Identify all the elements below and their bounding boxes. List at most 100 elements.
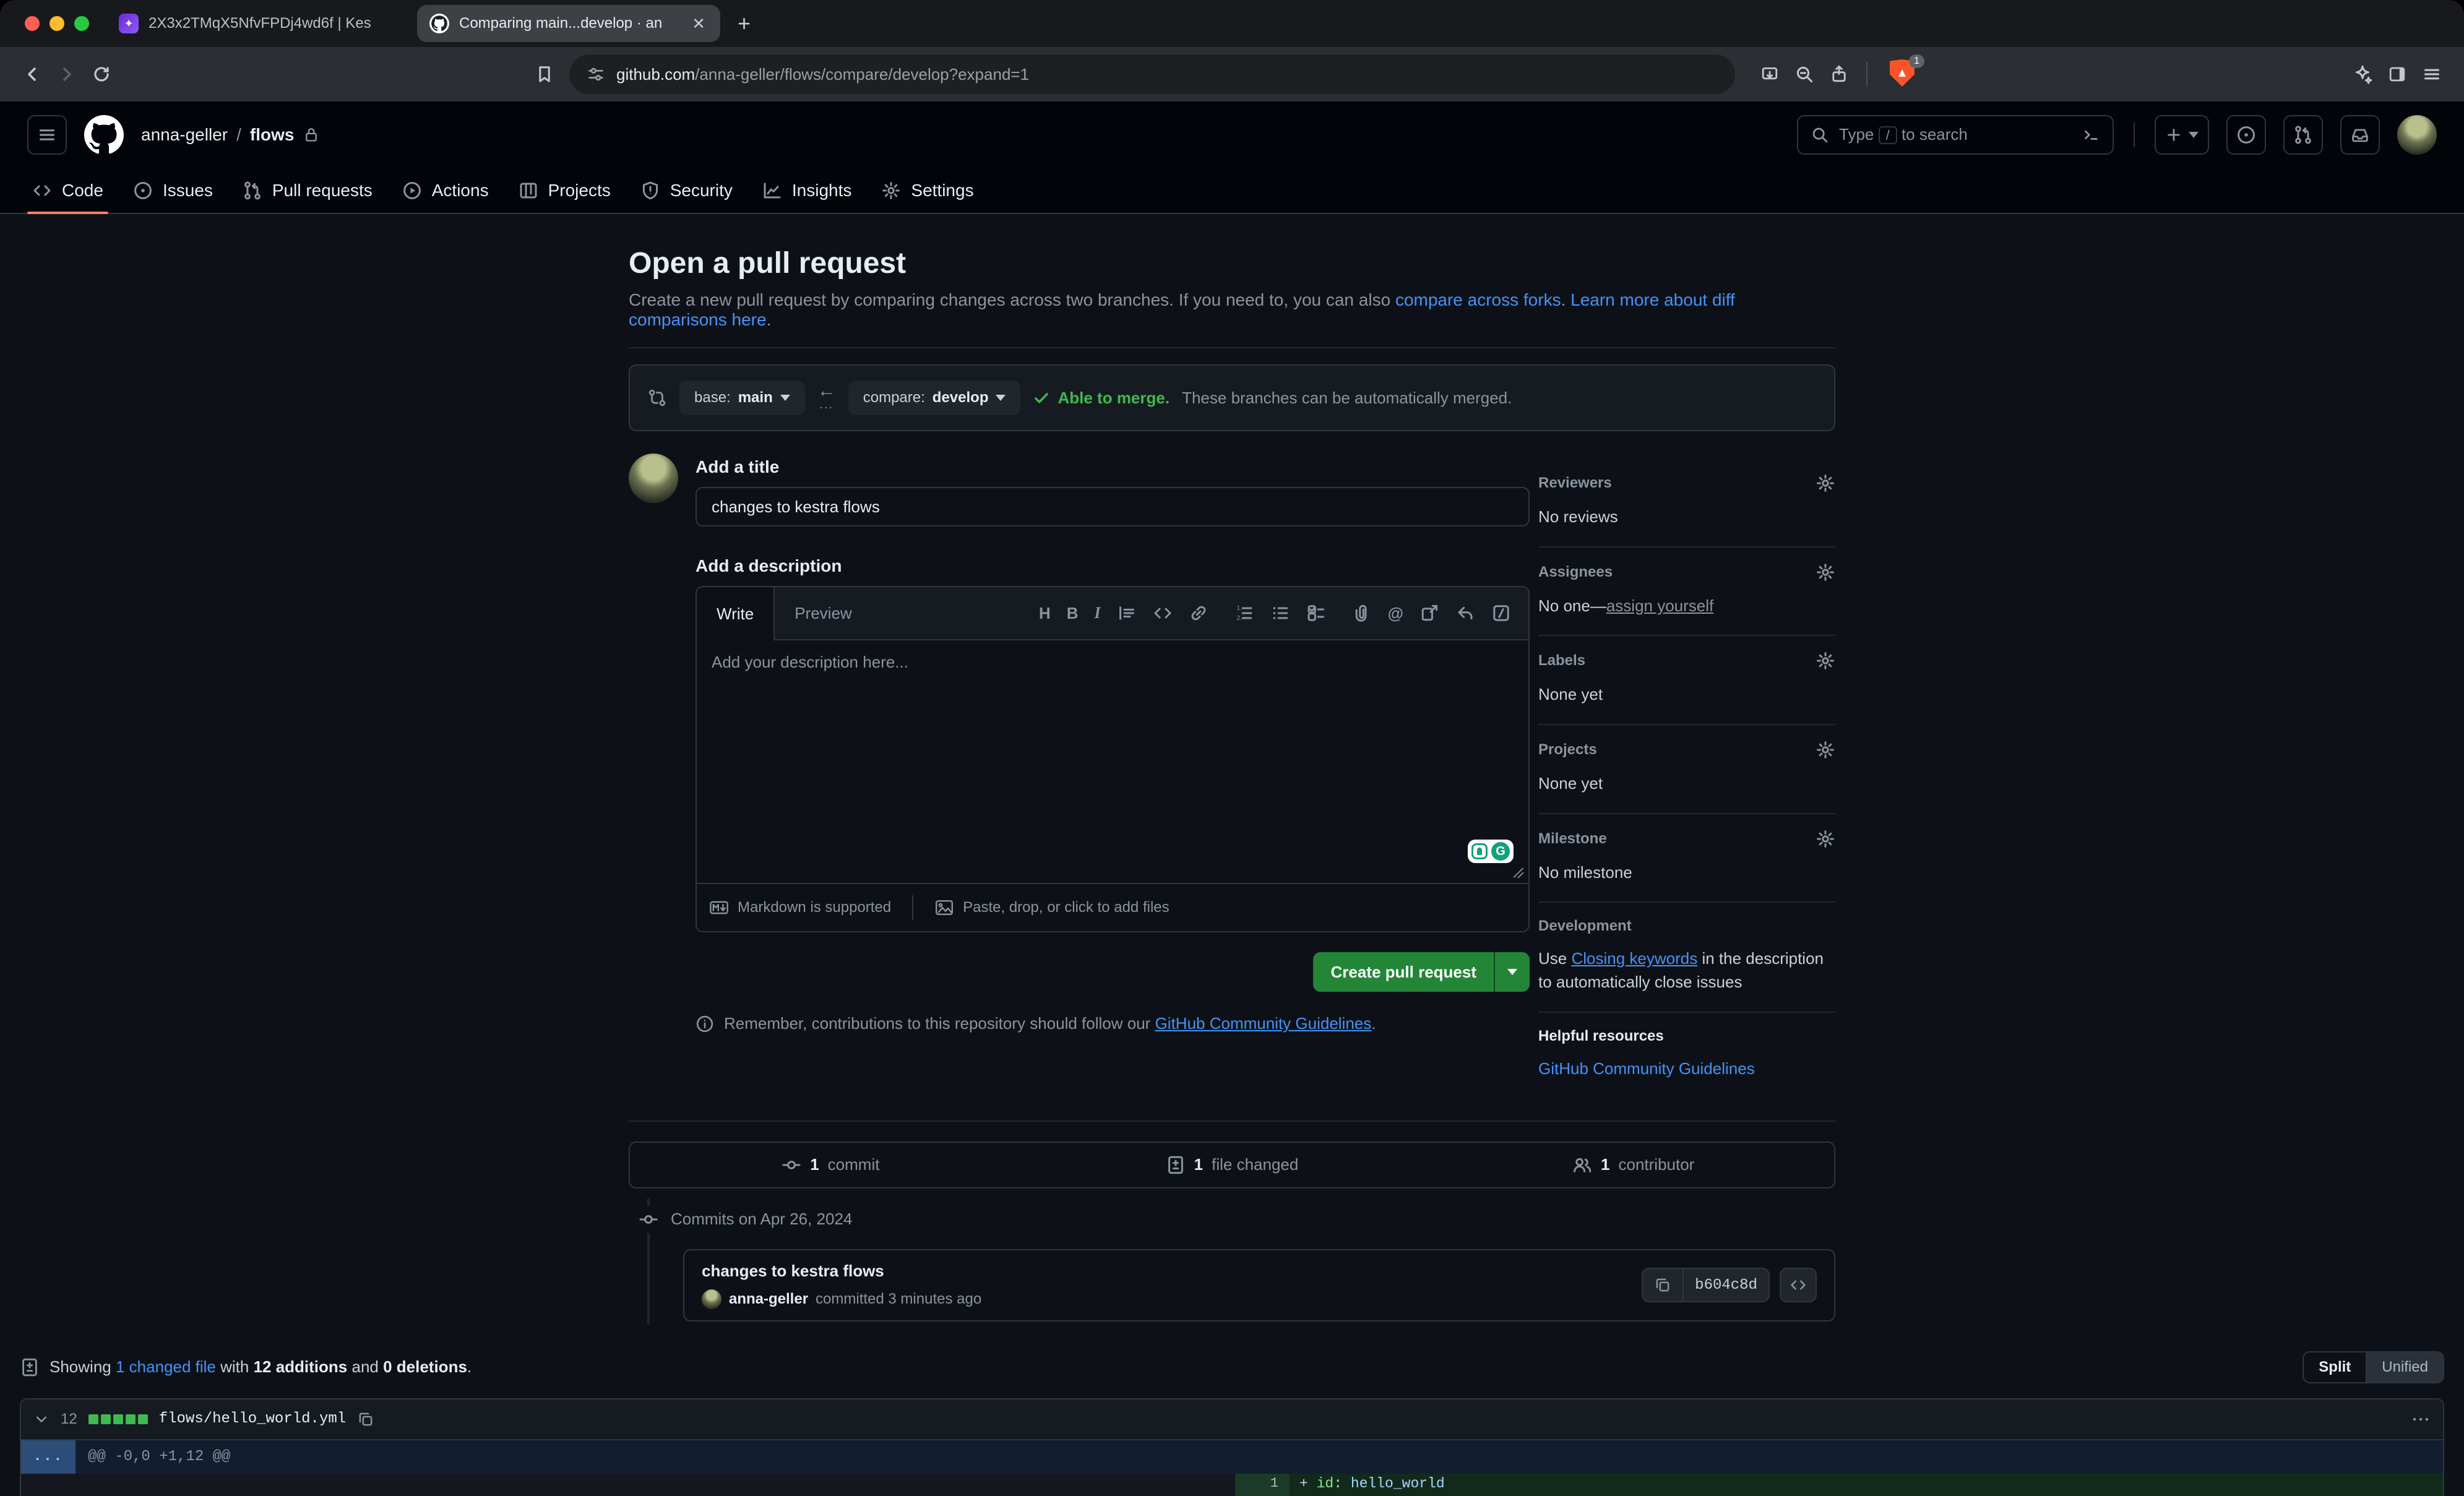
diff-file-name[interactable]: flows/hello_world.yml [159, 1411, 346, 1427]
slash-command-icon[interactable] [1491, 603, 1511, 623]
quote-icon[interactable] [1117, 603, 1137, 623]
file-options-kebab-icon[interactable] [2411, 1409, 2431, 1429]
repo-tab-projects[interactable]: Projects [504, 168, 626, 213]
compare-across-forks-link[interactable]: compare across forks [1395, 290, 1561, 309]
code-icon[interactable] [1153, 603, 1173, 623]
stat-commit[interactable]: 1commit [630, 1155, 1032, 1175]
diff-line-number[interactable]: 2 [1235, 1494, 1290, 1496]
heading-icon[interactable]: H [1039, 604, 1051, 623]
pull-requests-icon[interactable] [2283, 115, 2323, 155]
gear-icon[interactable] [1816, 740, 1835, 760]
inbox-icon[interactable] [2340, 115, 2380, 155]
close-window-button[interactable] [25, 16, 40, 31]
share-icon[interactable] [1822, 57, 1856, 92]
repo-tab-actions[interactable]: Actions [387, 168, 504, 213]
sidebar-link[interactable]: Closing keywords [1571, 949, 1697, 968]
compare-branch-dropdown[interactable]: compare:develop [848, 380, 1021, 415]
sidebar-link[interactable]: assign yourself [1606, 596, 1713, 615]
repo-tab-settings[interactable]: Settings [866, 168, 988, 213]
repo-tab-insights[interactable]: Insights [747, 168, 867, 213]
github-logo-icon[interactable] [84, 115, 124, 155]
brave-shield-icon[interactable]: ▲ 1 [1890, 59, 1917, 89]
command-palette-icon[interactable] [2082, 126, 2100, 144]
merge-detail: These branches can be automatically merg… [1182, 389, 1512, 408]
unordered-list-icon[interactable] [1270, 603, 1290, 623]
commit-title[interactable]: changes to kestra flows [702, 1262, 981, 1281]
create-pull-request-button[interactable]: Create pull request [1313, 952, 1530, 992]
commit-author-avatar[interactable] [702, 1289, 722, 1309]
copy-sha-icon[interactable] [1643, 1269, 1682, 1301]
minimize-window-button[interactable] [50, 16, 64, 31]
mention-icon[interactable]: @ [1388, 604, 1403, 623]
global-nav-menu-icon[interactable] [27, 115, 67, 155]
expand-hunk-button[interactable]: ... [21, 1440, 75, 1474]
commit-sha-button[interactable]: b604c8d [1682, 1269, 1768, 1301]
link-icon[interactable] [1189, 603, 1208, 623]
unified-view-button[interactable]: Unified [2367, 1352, 2443, 1382]
repo-tab-issues[interactable]: Issues [118, 168, 228, 213]
resize-handle[interactable] [1514, 868, 1523, 878]
reload-icon[interactable] [84, 57, 119, 92]
install-app-icon[interactable] [1752, 57, 1787, 92]
breadcrumb-owner[interactable]: anna-geller [141, 125, 228, 145]
repo-tab-security[interactable]: Security [626, 168, 747, 213]
zoom-window-button[interactable] [74, 16, 89, 31]
breadcrumb-repo[interactable]: flows [250, 125, 295, 145]
gear-icon[interactable] [1816, 651, 1835, 671]
browse-code-icon[interactable] [1780, 1268, 1817, 1302]
user-avatar[interactable] [2397, 115, 2437, 155]
tab-preview[interactable]: Preview [775, 587, 871, 639]
diff-line-number[interactable]: 1 [1235, 1474, 1290, 1494]
browser-menu-icon[interactable] [2414, 57, 2449, 92]
cross-reference-icon[interactable] [1419, 603, 1439, 623]
community-guidelines-link[interactable]: GitHub Community Guidelines [1155, 1014, 1372, 1033]
italic-icon[interactable]: I [1095, 604, 1101, 622]
browser-tab-kestra[interactable]: ✦ 2X3x2TMqX5NfvFPDj4wd6f | Kes [106, 5, 410, 42]
paste-note[interactable]: Paste, drop, or click to add files [963, 899, 1170, 916]
reply-icon[interactable] [1455, 603, 1475, 623]
repo-tab-pull-requests[interactable]: Pull requests [228, 168, 387, 213]
stat-file-changed[interactable]: 1file changed [1032, 1155, 1433, 1175]
changed-file-link[interactable]: 1 changed file [116, 1357, 216, 1376]
base-branch-dropdown[interactable]: base:main [679, 380, 805, 415]
repo-tab-code[interactable]: Code [17, 168, 118, 213]
repo-tab-label: Actions [432, 181, 489, 200]
copy-path-icon[interactable] [357, 1411, 374, 1428]
sidebar-link[interactable]: GitHub Community Guidelines [1538, 1059, 1755, 1078]
sidebar-section-value: No reviews [1538, 505, 1835, 529]
tab-write[interactable]: Write [697, 587, 775, 640]
close-tab-icon[interactable]: ✕ [689, 14, 708, 33]
ordered-list-icon[interactable]: 1.2. [1234, 603, 1254, 623]
description-textarea[interactable]: Add your description here... G [697, 640, 1528, 883]
forward-icon[interactable] [50, 57, 84, 92]
browser-window: ✦ 2X3x2TMqX5NfvFPDj4wd6f | Kes Comparing… [0, 0, 2464, 1496]
gear-icon[interactable] [1816, 473, 1835, 493]
new-tab-button[interactable]: + [738, 11, 751, 37]
chevron-down-icon[interactable] [33, 1411, 50, 1427]
pr-title-input[interactable] [696, 487, 1530, 527]
zoom-page-icon[interactable] [1787, 57, 1822, 92]
bold-icon[interactable]: B [1067, 604, 1079, 623]
stat-contributor[interactable]: 1contributor [1432, 1155, 1834, 1175]
compare-stats-bar: 1commit1file changed1contributor [629, 1141, 1835, 1189]
issue-opened-icon [133, 181, 153, 200]
gear-icon[interactable] [1816, 562, 1835, 582]
back-icon[interactable] [15, 57, 50, 92]
site-settings-icon[interactable] [587, 65, 605, 84]
split-view-button[interactable]: Split [2304, 1352, 2367, 1382]
paperclip-icon[interactable] [1352, 603, 1372, 623]
leo-ai-icon[interactable] [2345, 57, 2380, 92]
sidebar-icon[interactable] [2380, 57, 2414, 92]
gear-icon[interactable] [1816, 829, 1835, 849]
bookmark-icon[interactable] [527, 57, 562, 92]
create-pr-dropdown-icon[interactable] [1494, 952, 1530, 992]
search-input[interactable]: Type / to search [1797, 115, 2114, 155]
grammarly-widget[interactable]: G [1468, 840, 1514, 863]
markdown-note[interactable]: Markdown is supported [738, 899, 891, 916]
browser-tab-github[interactable]: Comparing main...develop · an ✕ [417, 5, 720, 42]
create-new-button[interactable] [2155, 115, 2209, 155]
issues-icon[interactable] [2226, 115, 2266, 155]
task-list-icon[interactable] [1306, 603, 1326, 623]
commit-author[interactable]: anna-geller [729, 1291, 808, 1308]
url-bar[interactable]: github.com/anna-geller/flows/compare/dev… [569, 54, 1735, 94]
